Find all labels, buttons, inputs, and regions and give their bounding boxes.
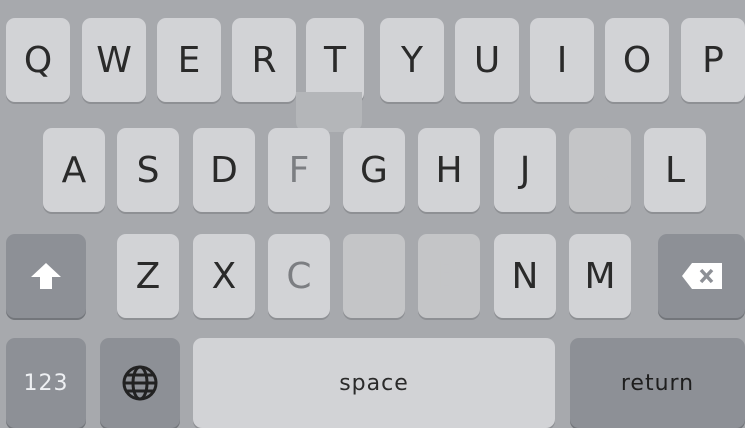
globe-icon: [120, 363, 160, 403]
key-y[interactable]: Y: [380, 18, 444, 102]
key-e[interactable]: E: [157, 18, 221, 102]
key-r-label: R: [251, 39, 277, 81]
key-f-label: F: [288, 149, 310, 191]
numbers-key-label: 123: [23, 370, 69, 396]
backspace-icon: [680, 261, 724, 291]
key-k-label: K: [588, 149, 612, 191]
key-h-label: H: [435, 149, 463, 191]
key-v-label: V: [361, 255, 387, 297]
key-o-label: O: [622, 39, 652, 81]
key-c[interactable]: C: [268, 234, 330, 318]
key-k[interactable]: K: [569, 128, 631, 212]
space-bar-label: space: [339, 370, 409, 396]
key-g-label: G: [360, 149, 388, 191]
key-press-highlight: [296, 92, 362, 132]
key-z[interactable]: Z: [117, 234, 179, 318]
key-l-label: L: [664, 149, 686, 191]
key-l[interactable]: L: [644, 128, 706, 212]
shift-key[interactable]: [6, 234, 86, 318]
key-x-label: X: [211, 255, 237, 297]
key-j-label: J: [519, 149, 531, 191]
globe-key[interactable]: [100, 338, 180, 428]
key-j[interactable]: J: [494, 128, 556, 212]
space-bar[interactable]: space: [193, 338, 555, 428]
key-m[interactable]: M: [569, 234, 631, 318]
key-f[interactable]: F: [268, 128, 330, 212]
key-p-label: P: [702, 39, 724, 81]
key-n-label: N: [511, 255, 539, 297]
keyboard: Q W E R T Y U I O P A S D F G H J K L Z …: [0, 0, 745, 428]
return-key-label: return: [620, 370, 695, 396]
return-key[interactable]: return: [570, 338, 745, 428]
key-i-label: I: [556, 39, 568, 81]
key-s[interactable]: S: [117, 128, 179, 212]
key-o[interactable]: O: [605, 18, 669, 102]
key-z-label: Z: [135, 255, 161, 297]
delete-key[interactable]: [658, 234, 745, 318]
key-x[interactable]: X: [193, 234, 255, 318]
key-d-label: D: [210, 149, 238, 191]
key-q[interactable]: Q: [6, 18, 70, 102]
key-a[interactable]: A: [43, 128, 105, 212]
key-p[interactable]: P: [681, 18, 745, 102]
key-t[interactable]: T: [306, 18, 364, 102]
key-h[interactable]: H: [418, 128, 480, 212]
key-c-label: C: [286, 255, 312, 297]
key-r[interactable]: R: [232, 18, 296, 102]
key-d[interactable]: D: [193, 128, 255, 212]
key-g[interactable]: G: [343, 128, 405, 212]
numbers-key[interactable]: 123: [6, 338, 86, 428]
key-s-label: S: [136, 149, 160, 191]
key-n[interactable]: N: [494, 234, 556, 318]
key-i[interactable]: I: [530, 18, 594, 102]
key-w-label: W: [96, 39, 132, 81]
key-w[interactable]: W: [82, 18, 146, 102]
key-q-label: Q: [23, 39, 53, 81]
shift-arrow-icon: [29, 261, 63, 291]
key-e-label: E: [177, 39, 201, 81]
key-a-label: A: [61, 149, 87, 191]
key-u[interactable]: U: [455, 18, 519, 102]
key-m-label: M: [584, 255, 616, 297]
key-v[interactable]: V: [343, 234, 405, 318]
key-u-label: U: [473, 39, 501, 81]
key-b-label: B: [436, 255, 462, 297]
key-y-label: Y: [401, 39, 423, 81]
key-b[interactable]: B: [418, 234, 480, 318]
key-t-label: T: [324, 39, 346, 81]
